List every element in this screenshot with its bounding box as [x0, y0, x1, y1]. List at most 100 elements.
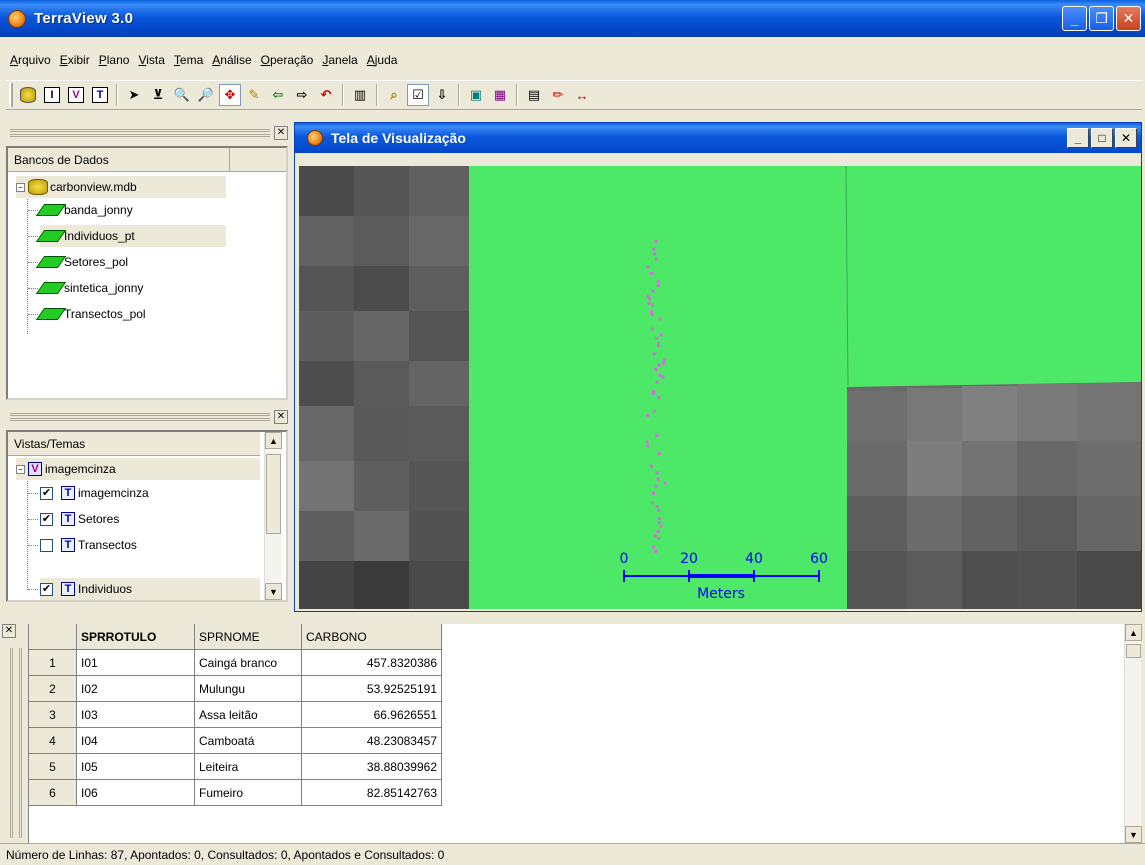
cell-sprnome[interactable]: Assa leitão [195, 702, 302, 728]
toolbar-grip[interactable] [9, 83, 13, 107]
views-column-header[interactable]: Vistas/Temas [14, 437, 85, 451]
map-close-button[interactable]: ✕ [1115, 128, 1137, 148]
point-marker[interactable] [651, 391, 655, 395]
point-marker[interactable] [655, 505, 659, 509]
column-header-sprrotulo[interactable]: SPRROTULO [77, 624, 195, 650]
point-marker[interactable] [648, 297, 651, 301]
cell-sprnome[interactable]: Camboatá [195, 728, 302, 754]
views-panel-close-button[interactable]: ✕ [274, 410, 288, 424]
point-marker[interactable] [654, 368, 658, 372]
point-marker[interactable] [652, 247, 656, 251]
row-number[interactable]: 5 [29, 754, 77, 780]
databases-panel-grip[interactable] [10, 129, 270, 137]
point-marker[interactable] [662, 358, 666, 362]
point-marker[interactable] [655, 471, 659, 475]
point-marker[interactable] [652, 352, 656, 356]
corner-cell[interactable] [29, 624, 77, 650]
point-marker[interactable] [646, 444, 650, 448]
point-marker[interactable] [654, 239, 658, 243]
tree-item-theme[interactable]: ✔ T imagemcinza [40, 482, 149, 504]
point-marker[interactable] [658, 317, 662, 321]
column-header-sprnome[interactable]: SPRNOME [195, 624, 302, 650]
tree-item-theme[interactable]: T Transectos [40, 534, 137, 556]
zoom-out-button[interactable]: 🔎 [195, 84, 217, 106]
menu-arquivo[interactable]: Arquivo [10, 53, 51, 67]
cell-sprnome[interactable]: Fumeiro [195, 780, 302, 806]
cell-sprrotulo[interactable]: I02 [77, 676, 195, 702]
scroll-thumb[interactable] [266, 454, 281, 534]
query-button[interactable]: ⌕ [383, 84, 405, 106]
point-marker[interactable] [655, 336, 659, 340]
point-marker[interactable] [649, 272, 653, 275]
point-marker[interactable] [655, 434, 659, 437]
tree-item-layer[interactable]: Individuos_pt [35, 225, 226, 247]
views-scrollbar[interactable]: ▲ ▼ [264, 432, 282, 600]
pan-button[interactable]: ✥ [219, 84, 241, 106]
point-marker[interactable] [662, 361, 666, 365]
table-row[interactable]: 3 I03 Assa leitão 66.9626551 [29, 702, 442, 728]
cell-sprnome[interactable]: Mulungu [195, 676, 302, 702]
point-marker[interactable] [655, 257, 658, 261]
row-number[interactable]: 4 [29, 728, 77, 754]
row-number[interactable]: 2 [29, 676, 77, 702]
database-button[interactable] [17, 84, 39, 106]
table-row[interactable]: 2 I02 Mulungu 53.92525191 [29, 676, 442, 702]
point-marker[interactable] [650, 310, 654, 314]
app-title-bar[interactable]: TerraView 3.0 _ ❐ ✕ [0, 0, 1145, 37]
point-marker[interactable] [645, 440, 649, 444]
cell-carbono[interactable]: 457.8320386 [302, 650, 442, 676]
point-marker[interactable] [653, 534, 657, 538]
pointer-button[interactable]: ➤ [123, 84, 145, 106]
cell-sprrotulo[interactable]: I06 [77, 780, 195, 806]
point-marker[interactable] [657, 344, 661, 348]
views-panel-grip[interactable] [10, 413, 270, 421]
cell-sprnome[interactable]: Leiteira [195, 754, 302, 780]
point-marker[interactable] [652, 545, 655, 549]
cell-sprnome[interactable]: Caingá branco [195, 650, 302, 676]
point-marker[interactable] [659, 524, 663, 528]
point-marker[interactable] [651, 501, 655, 505]
map-minimize-button[interactable]: _ [1067, 128, 1089, 148]
point-marker[interactable] [656, 477, 660, 481]
menu-analise[interactable]: Análise [212, 53, 251, 67]
measure-button[interactable]: ↔ [571, 84, 593, 106]
table-row[interactable]: 6 I06 Fumeiro 82.85142763 [29, 780, 442, 806]
undo-button[interactable]: ↶ [315, 84, 337, 106]
row-number[interactable]: 3 [29, 702, 77, 728]
map-maximize-button[interactable]: □ [1091, 128, 1113, 148]
point-marker[interactable] [656, 279, 660, 283]
filter-button[interactable]: ⇩ [431, 84, 453, 106]
display-button[interactable]: ▣ [465, 84, 487, 106]
point-marker[interactable] [656, 284, 660, 288]
tree-item-layer[interactable]: banda_jonny [35, 199, 133, 221]
view-button[interactable]: V [65, 84, 87, 106]
tree-item-view[interactable]: − V imagemcinza [16, 458, 260, 480]
cell-carbono[interactable]: 82.85142763 [302, 780, 442, 806]
forward-button[interactable]: ⇨ [291, 84, 313, 106]
point-marker[interactable] [657, 396, 661, 400]
table-close-button[interactable]: ✕ [2, 624, 16, 638]
theme-button[interactable]: T [89, 84, 111, 106]
point-marker[interactable] [653, 409, 657, 413]
point-marker[interactable] [652, 252, 656, 256]
close-button[interactable]: ✕ [1116, 6, 1141, 31]
point-marker[interactable] [651, 289, 655, 293]
minimize-button[interactable]: _ [1062, 6, 1087, 31]
tree-item-theme[interactable]: ✔ T Setores [40, 508, 119, 530]
edit-button[interactable]: ✏ [547, 84, 569, 106]
point-marker[interactable] [655, 380, 659, 384]
graph-button[interactable]: ▦ [489, 84, 511, 106]
table-scrollbar[interactable]: ▲ ▼ [1124, 624, 1142, 843]
point-marker[interactable] [656, 529, 660, 533]
scroll-down-button[interactable]: ▼ [1125, 826, 1142, 843]
table-row[interactable]: 4 I04 Camboatá 48.23083457 [29, 728, 442, 754]
point-marker[interactable] [657, 363, 661, 367]
table-grip[interactable] [10, 648, 22, 838]
cell-carbono[interactable]: 53.92525191 [302, 676, 442, 702]
point-marker[interactable] [649, 464, 653, 468]
scroll-up-button[interactable]: ▲ [1125, 624, 1142, 641]
cell-sprrotulo[interactable]: I05 [77, 754, 195, 780]
cell-sprrotulo[interactable]: I03 [77, 702, 195, 728]
tree-item-theme[interactable]: ✔ T Individuos [40, 578, 260, 600]
scroll-up-button[interactable]: ▲ [265, 432, 282, 449]
